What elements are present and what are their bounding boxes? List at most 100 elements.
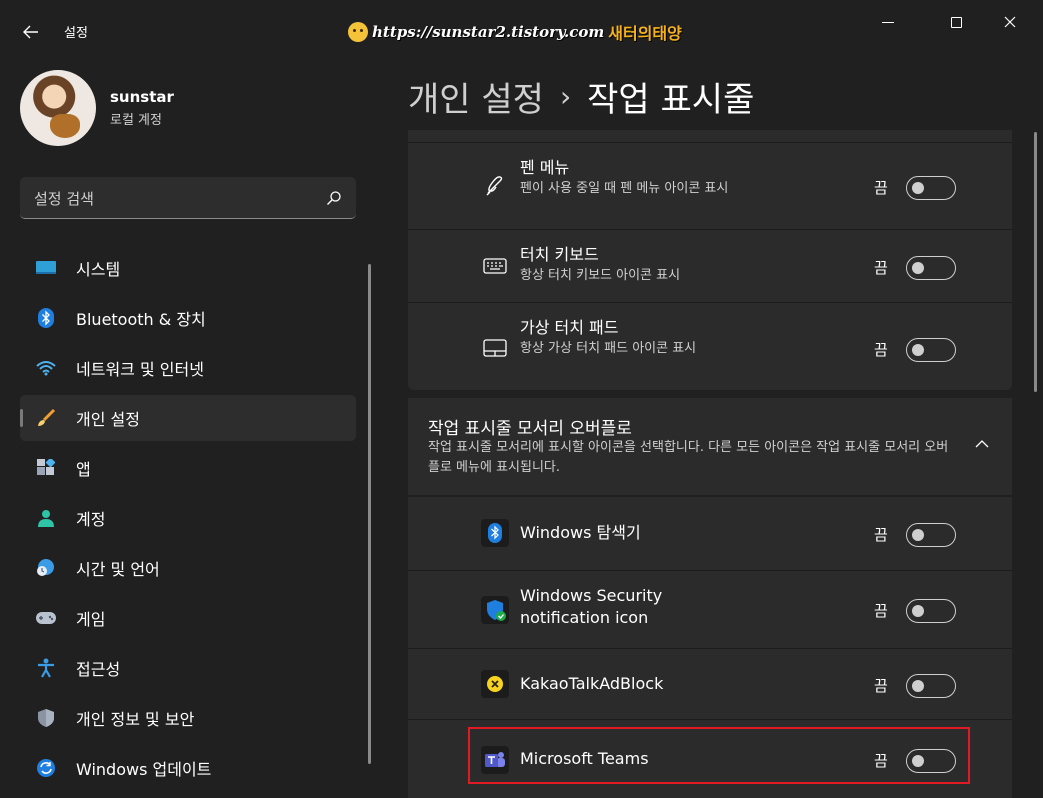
breadcrumb-parent[interactable]: 개인 설정 — [408, 72, 544, 121]
toggle-state-label: 끔 — [874, 526, 888, 544]
sidebar-item-accounts[interactable]: 계정 — [20, 495, 356, 541]
user-profile[interactable]: sunstar 로컬 계정 — [20, 70, 174, 146]
search-input[interactable]: 설정 검색 — [20, 177, 356, 219]
globe-clock-icon — [36, 558, 56, 578]
sidebar-item-label: 접근성 — [76, 660, 121, 679]
person-icon — [36, 508, 56, 528]
apps-icon — [36, 458, 56, 478]
row-title: Windows Security notification icon — [520, 586, 663, 627]
sidebar-item-accessibility[interactable]: 접근성 — [20, 645, 356, 691]
virtual-touchpad-toggle[interactable] — [906, 338, 956, 362]
sidebar-item-gaming[interactable]: 게임 — [20, 595, 356, 641]
toggle-state-label: 끔 — [874, 259, 888, 277]
sidebar-item-privacy[interactable]: 개인 정보 및 보안 — [20, 695, 356, 741]
maximize-button[interactable] — [936, 8, 976, 36]
search-icon — [327, 191, 341, 205]
wifi-icon — [36, 358, 56, 378]
kakaotalk-adblock-toggle[interactable] — [906, 674, 956, 698]
toggle-state-label: 끔 — [874, 752, 888, 770]
sidebar-item-network[interactable]: 네트워크 및 인터넷 — [20, 345, 356, 391]
touch-keyboard-toggle[interactable] — [906, 256, 956, 280]
windows-explorer-toggle[interactable] — [906, 523, 956, 547]
setting-row-windows-explorer[interactable]: Windows 탐색기 끔 — [408, 497, 1012, 569]
toggle-state-label: 끔 — [874, 602, 888, 620]
toggle-state-label: 끔 — [874, 179, 888, 197]
sidebar-item-label: 앱 — [76, 460, 91, 479]
teams-icon — [480, 745, 510, 775]
setting-row-kakaotalk-adblock[interactable]: KakaoTalkAdBlock 끔 — [408, 648, 1012, 718]
sidebar-item-system[interactable]: 시스템 — [20, 245, 356, 291]
row-title: Microsoft Teams — [520, 749, 649, 768]
sidebar-scrollbar[interactable] — [368, 264, 371, 764]
row-title: Windows 탐색기 — [520, 523, 641, 542]
overflow-items-card: Windows 탐색기 끔 Windows Security notificat… — [408, 497, 1012, 798]
close-icon — [1004, 16, 1016, 28]
setting-row-windows-security[interactable]: Windows Security notification icon 끔 — [408, 570, 1012, 647]
search-placeholder: 설정 검색 — [34, 190, 94, 208]
toggle-state-label: 끔 — [874, 341, 888, 359]
monitor-icon — [36, 258, 56, 278]
row-desc: 항상 가상 터치 패드 아이콘 표시 — [520, 341, 697, 356]
setting-row-microsoft-teams[interactable]: Microsoft Teams 끔 — [408, 719, 1012, 798]
row-desc: 항상 터치 키보드 아이콘 표시 — [520, 268, 681, 283]
row-title: 가상 터치 패드 — [520, 318, 619, 337]
sidebar-item-apps[interactable]: 앱 — [20, 445, 356, 491]
sidebar-item-label: Windows 업데이트 — [76, 760, 212, 779]
bluetooth-icon — [36, 308, 56, 328]
windows-security-toggle[interactable] — [906, 599, 956, 623]
smiley-icon — [348, 22, 368, 42]
taskbar-corner-icons-card: 펜 메뉴 펜이 사용 중일 때 펜 메뉴 아이콘 표시 끔 터치 키보드 항상 … — [408, 130, 1012, 390]
watermark-url: https://sunstar2.tistory.com — [372, 23, 605, 41]
breadcrumb-separator: › — [559, 80, 572, 113]
kakao-adblock-icon — [480, 669, 510, 699]
sidebar-item-label: 네트워크 및 인터넷 — [76, 360, 204, 379]
setting-row-pen-menu[interactable]: 펜 메뉴 펜이 사용 중일 때 펜 메뉴 아이콘 표시 끔 — [408, 142, 1012, 228]
sidebar-nav: 시스템 Bluetooth & 장치 네트워크 및 인터넷 개인 설정 앱 계정… — [20, 245, 356, 795]
maximize-icon — [950, 16, 962, 28]
minimize-icon — [882, 21, 894, 23]
microsoft-teams-toggle[interactable] — [906, 749, 956, 773]
chevron-up-icon[interactable] — [974, 436, 990, 452]
setting-row-virtual-touchpad[interactable]: 가상 터치 패드 항상 가상 터치 패드 아이콘 표시 끔 — [408, 302, 1012, 390]
close-button[interactable] — [990, 8, 1030, 36]
group-desc: 작업 표시줄 모서리에 표시할 아이콘을 선택합니다. 다른 모든 아이콘은 작… — [428, 440, 949, 475]
sidebar-item-label: Bluetooth & 장치 — [76, 310, 206, 329]
watermark-name: 새터의태양 — [608, 24, 682, 43]
page-title: 작업 표시줄 — [587, 80, 755, 120]
avatar — [20, 70, 96, 146]
update-icon — [36, 758, 56, 778]
sidebar-item-time-language[interactable]: 시간 및 언어 — [20, 545, 356, 591]
sidebar-item-personalization[interactable]: 개인 설정 — [20, 395, 356, 441]
brush-icon — [36, 408, 56, 428]
settings-panel: 펜 메뉴 펜이 사용 중일 때 펜 메뉴 아이콘 표시 끔 터치 키보드 항상 … — [408, 130, 1012, 798]
breadcrumb: 개인 설정 › 작업 표시줄 — [408, 72, 754, 121]
minimize-button[interactable] — [868, 8, 908, 36]
main-scrollbar[interactable] — [1034, 132, 1037, 392]
account-type: 로컬 계정 — [110, 113, 162, 128]
bluetooth-app-icon — [480, 518, 510, 548]
back-arrow-icon — [23, 25, 38, 39]
taskbar-corner-overflow-header[interactable]: 작업 표시줄 모서리 오버플로 작업 표시줄 모서리에 표시할 아이콘을 선택합… — [408, 398, 1012, 495]
gamepad-icon — [36, 608, 56, 628]
setting-row-touch-keyboard[interactable]: 터치 키보드 항상 터치 키보드 아이콘 표시 끔 — [408, 229, 1012, 301]
back-button[interactable] — [14, 18, 48, 46]
pen-icon — [480, 171, 510, 201]
toggle-state-label: 끔 — [874, 677, 888, 695]
sidebar-item-label: 시간 및 언어 — [76, 560, 160, 579]
row-title: 터치 키보드 — [520, 245, 599, 264]
shield-icon — [36, 708, 56, 728]
touchpad-icon — [480, 333, 510, 363]
row-title: 펜 메뉴 — [520, 158, 570, 177]
row-desc: 펜이 사용 중일 때 펜 메뉴 아이콘 표시 — [520, 181, 729, 196]
sidebar-item-label: 시스템 — [76, 260, 121, 279]
sidebar-item-windows-update[interactable]: Windows 업데이트 — [20, 745, 356, 791]
watermark: https://sunstar2.tistory.com 새터의태양 — [348, 20, 682, 44]
sidebar-item-label: 계정 — [76, 510, 106, 529]
sidebar-item-bluetooth[interactable]: Bluetooth & 장치 — [20, 295, 356, 341]
pen-menu-toggle[interactable] — [906, 176, 956, 200]
sidebar-item-label: 게임 — [76, 610, 106, 629]
security-shield-icon — [480, 595, 510, 625]
title-bar: 설정 https://sunstar2.tistory.com 새터의태양 — [0, 0, 1043, 60]
sidebar-item-label: 개인 설정 — [76, 410, 140, 429]
app-title: 설정 — [64, 26, 88, 41]
